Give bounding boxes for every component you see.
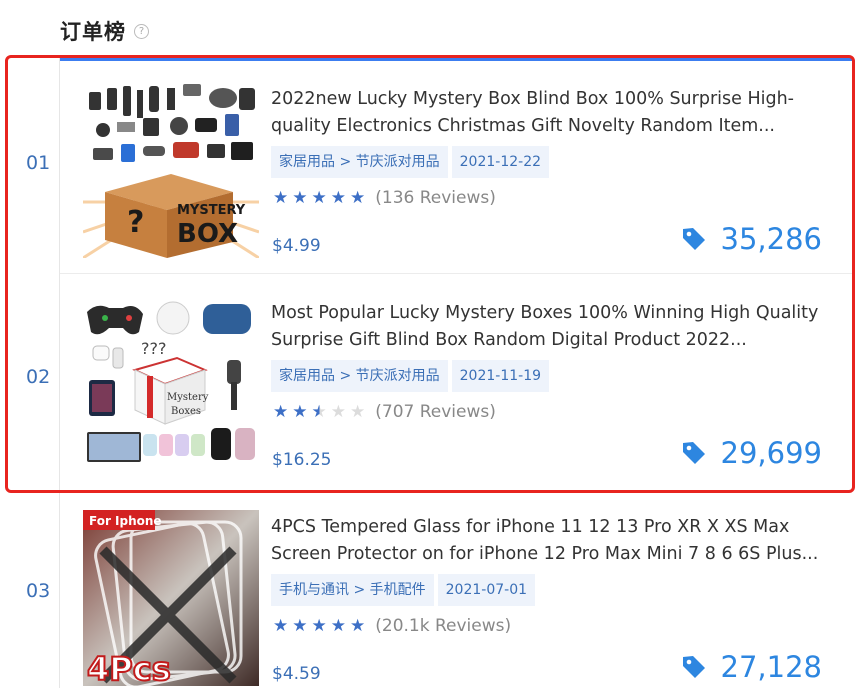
product-price: $4.59	[272, 664, 321, 684]
list-item[interactable]: 03 For Iphone 4Pcs 4PCS Tempered Glass f…	[0, 488, 856, 688]
rank-number: 03	[26, 580, 51, 602]
product-tags: 手机与通讯 > 手机配件 2021-07-01	[271, 574, 536, 606]
date-tag: 2021-07-01	[437, 574, 536, 606]
review-count: (20.1k Reviews)	[375, 616, 512, 636]
order-count-block: 27,128	[681, 650, 822, 684]
section-header: 订单榜 ?	[60, 16, 149, 46]
star-icon: ★	[292, 616, 308, 636]
page-title: 订单榜	[60, 20, 126, 44]
star-icon: ★	[273, 616, 289, 636]
price-tag-icon	[682, 656, 705, 678]
product-image[interactable]: For Iphone 4Pcs	[83, 510, 259, 686]
star-icon: ★	[350, 616, 366, 636]
category-tag[interactable]: 手机与通讯 > 手机配件	[271, 574, 434, 606]
image-label: For Iphone	[89, 514, 162, 528]
image-badge: 4Pcs	[87, 650, 171, 686]
question-circle-icon[interactable]: ?	[134, 23, 149, 39]
star-icon: ★	[330, 616, 346, 636]
product-title-link[interactable]: 4PCS Tempered Glass for iPhone 11 12 13 …	[271, 514, 831, 568]
star-icon: ★	[311, 616, 327, 636]
order-count: 27,128	[720, 650, 822, 684]
star-rating: ★ ★ ★ ★ ★ (20.1k Reviews)	[273, 616, 511, 636]
highlight-box	[5, 55, 855, 493]
